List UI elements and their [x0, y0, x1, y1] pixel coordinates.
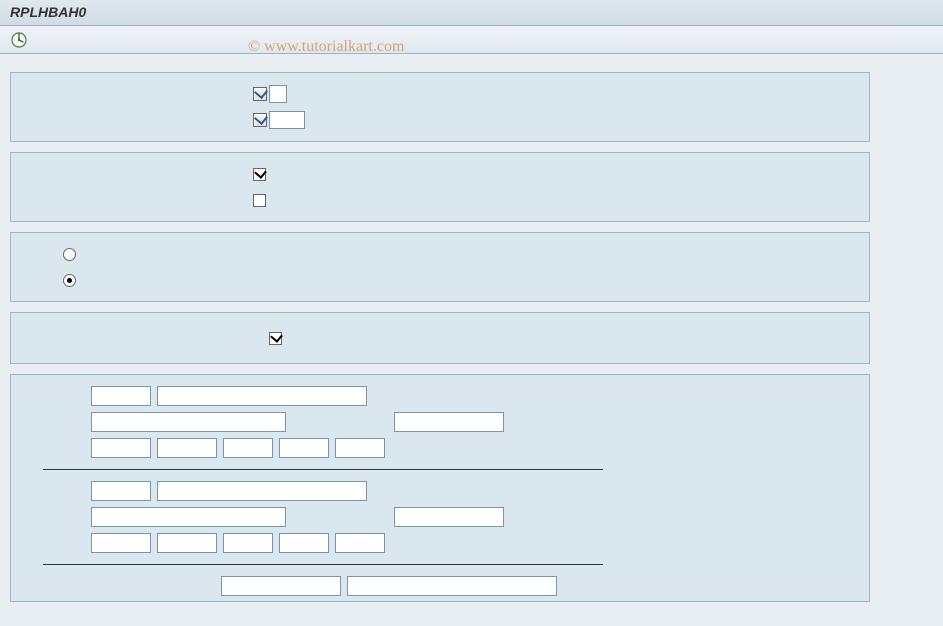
group1-field-2[interactable] [269, 111, 305, 129]
group2-checkbox-2[interactable] [253, 194, 266, 207]
g5-b2-r3-f5[interactable] [335, 533, 385, 553]
group3-radio-2[interactable] [63, 274, 76, 287]
g5-b1-r1-f1[interactable] [91, 386, 151, 406]
group4-checkbox-1[interactable] [269, 332, 282, 345]
group1-field-1[interactable] [269, 85, 287, 103]
g5-b1-r2-f1[interactable] [91, 412, 286, 432]
g5-b1-r3-f4[interactable] [279, 438, 329, 458]
group2-checkbox-1[interactable] [253, 168, 266, 181]
toolbar [0, 26, 943, 54]
g5-b2-r2-f2[interactable] [394, 507, 504, 527]
group-box-3 [10, 232, 870, 302]
group3-radio-1[interactable] [63, 248, 76, 261]
group1-checkbox-1[interactable] [253, 87, 267, 101]
group-box-2 [10, 152, 870, 222]
group1-checkbox-2[interactable] [253, 113, 267, 127]
g5-b2-r1-f1[interactable] [91, 481, 151, 501]
content-area [0, 54, 943, 612]
g5-b2-r3-f2[interactable] [157, 533, 217, 553]
separator-2 [43, 564, 603, 565]
g5-b3-r1-f1[interactable] [221, 576, 341, 596]
g5-b3-r1-f2[interactable] [347, 576, 557, 596]
execute-icon[interactable] [10, 31, 28, 49]
g5-b2-r3-f3[interactable] [223, 533, 273, 553]
group-box-4 [10, 312, 870, 364]
g5-b1-r3-f2[interactable] [157, 438, 217, 458]
group-box-5 [10, 374, 870, 602]
group-box-1 [10, 72, 870, 142]
g5-b1-r3-f3[interactable] [223, 438, 273, 458]
separator-1 [43, 469, 603, 470]
g5-b1-r1-f2[interactable] [157, 386, 367, 406]
title-bar: RPLHBAH0 [0, 0, 943, 26]
g5-b1-r2-f2[interactable] [394, 412, 504, 432]
g5-b2-r1-f2[interactable] [157, 481, 367, 501]
g5-b2-r3-f4[interactable] [279, 533, 329, 553]
g5-b1-r3-f5[interactable] [335, 438, 385, 458]
g5-b2-r3-f1[interactable] [91, 533, 151, 553]
g5-b1-r3-f1[interactable] [91, 438, 151, 458]
g5-b2-r2-f1[interactable] [91, 507, 286, 527]
page-title: RPLHBAH0 [10, 4, 86, 20]
